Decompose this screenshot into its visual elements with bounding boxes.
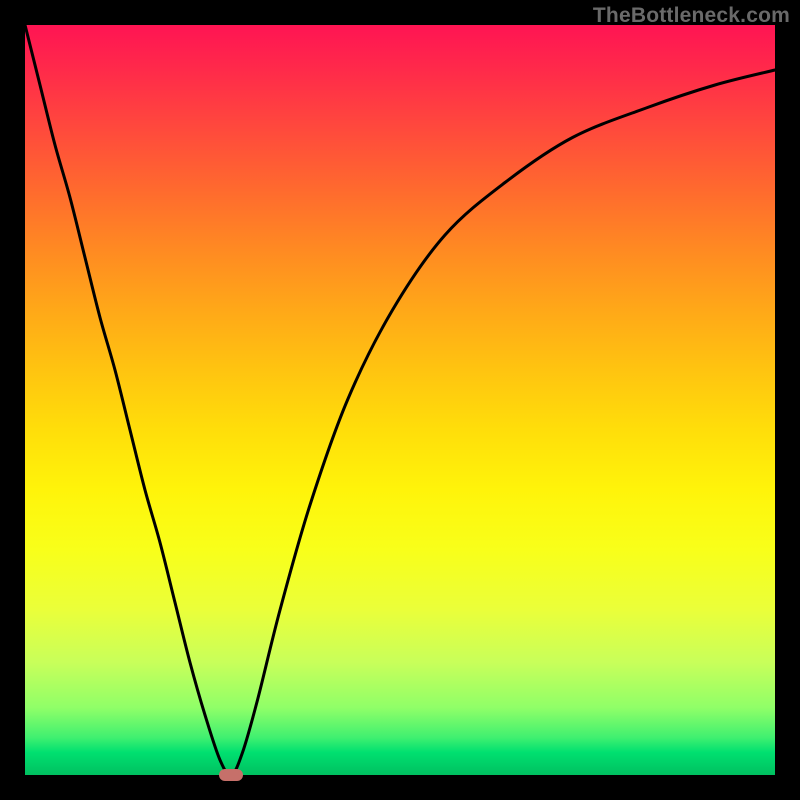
curve-layer bbox=[25, 25, 775, 775]
watermark-text: TheBottleneck.com bbox=[593, 4, 790, 28]
plot-area bbox=[25, 25, 775, 775]
chart-frame: TheBottleneck.com bbox=[0, 0, 800, 800]
optimum-marker bbox=[219, 769, 243, 781]
bottleneck-curve bbox=[25, 25, 775, 775]
